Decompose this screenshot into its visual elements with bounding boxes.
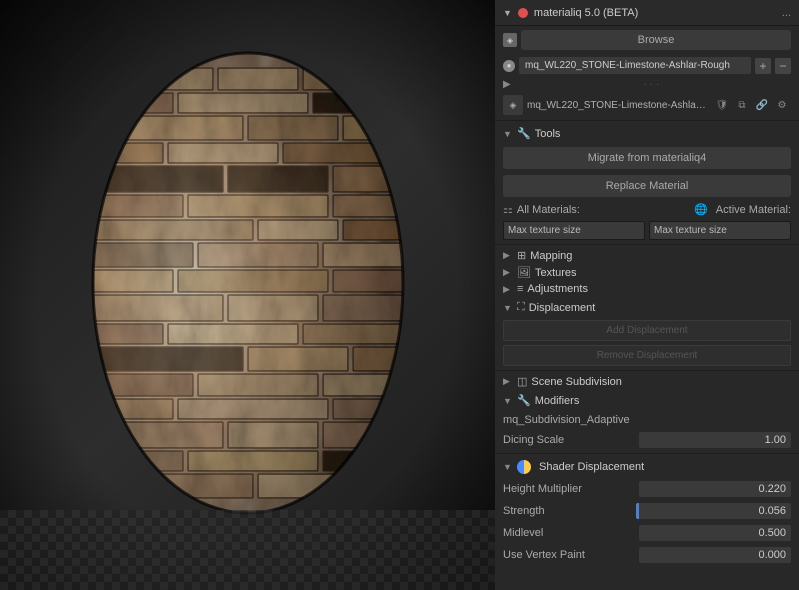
scene-subdivision-label: Scene Subdivision <box>531 376 622 388</box>
active-material-label: Active Material: <box>716 204 791 216</box>
all-materials-icon: ⚏ <box>503 203 513 216</box>
textures-section[interactable]: ▶ 🖼 Textures <box>495 264 799 281</box>
modifiers-icon: 🔧 <box>517 394 531 407</box>
displacement-icon: ⛶ <box>517 301 525 314</box>
panel-menu-icon[interactable]: ... <box>782 7 791 19</box>
textures-arrow-icon: ▶ <box>503 267 513 278</box>
browse-button[interactable]: Browse <box>521 30 791 50</box>
subdivision-adaptive-label: mq_Subdivision_Adaptive <box>495 411 799 429</box>
mapping-icon: ⊞ <box>517 249 526 262</box>
materials-row: ⚏ All Materials: 🌐 Active Material: <box>495 200 799 219</box>
browse-icon: ◈ <box>503 33 517 47</box>
displacement-label: Displacement <box>529 302 596 314</box>
strength-row: Strength <box>495 500 799 522</box>
add-material-button[interactable]: + <box>755 58 771 74</box>
divider-2 <box>495 244 799 245</box>
strength-label: Strength <box>503 505 632 517</box>
midlevel-row: Midlevel <box>495 522 799 544</box>
status-dot <box>518 8 528 18</box>
shader-sphere-icon <box>517 460 531 474</box>
mapping-label: Mapping <box>530 250 572 262</box>
preview-cylinder <box>78 48 418 518</box>
checker-bg <box>0 510 495 590</box>
height-multiplier-row: Height Multiplier <box>495 478 799 500</box>
viewport <box>0 0 495 590</box>
adjustments-section[interactable]: ▶ ≡ Adjustments <box>495 281 799 297</box>
material-sphere-icon: ● <box>503 60 515 72</box>
scene-subdivision-section[interactable]: ▶ ◫ Scene Subdivision <box>495 373 799 390</box>
remove-material-button[interactable]: − <box>775 58 791 74</box>
modifiers-section-header[interactable]: ▼ 🔧 Modifiers <box>495 390 799 411</box>
adjustments-icon: ≡ <box>517 283 523 295</box>
expand-button[interactable]: ▶ <box>503 79 511 90</box>
max-texture-select-2[interactable]: Max texture size <box>649 221 791 240</box>
displacement-arrow-icon: ▼ <box>503 303 513 313</box>
collapse-arrow-icon[interactable]: ▼ <box>503 8 512 18</box>
strength-value[interactable] <box>636 503 791 519</box>
tools-icon: 🔧 <box>517 127 531 140</box>
scene-sub-icon: ◫ <box>517 375 527 388</box>
shader-disp-arrow-icon: ▼ <box>503 462 513 472</box>
panel-header: ▼ materialiq 5.0 (BETA) ... <box>495 0 799 26</box>
height-multiplier-value[interactable] <box>639 481 791 497</box>
link-icon-button[interactable]: 🔗 <box>753 96 771 114</box>
toolbar-row: ◈ mq_WL220_STONE-Limestone-Ashlar-Ro... … <box>495 92 799 118</box>
textures-label: Textures <box>535 267 577 279</box>
migrate-button[interactable]: Migrate from materialiq4 <box>503 147 791 169</box>
modifiers-arrow-icon: ▼ <box>503 396 513 406</box>
tools-section-header[interactable]: ▼ 🔧 Tools <box>495 123 799 144</box>
divider-1 <box>495 120 799 121</box>
dicing-scale-value[interactable] <box>639 432 791 448</box>
toolbar-icons: 🛡 ⧉ 🔗 ⚙ <box>713 96 791 114</box>
remove-displacement-button: Remove Displacement <box>503 345 791 366</box>
expand-row: ▶ ··· <box>495 77 799 92</box>
properties-panel: ▼ materialiq 5.0 (BETA) ... ◈ Browse ● m… <box>495 0 799 590</box>
replace-material-button[interactable]: Replace Material <box>503 175 791 197</box>
modifiers-label: Modifiers <box>535 395 580 407</box>
dicing-scale-label: Dicing Scale <box>503 434 635 446</box>
use-vertex-paint-label: Use Vertex Paint <box>503 549 635 561</box>
use-vertex-paint-value[interactable] <box>639 547 791 563</box>
material-name-row: ● mq_WL220_STONE-Limestone-Ashlar-Rough … <box>495 54 799 77</box>
mapping-section[interactable]: ▶ ⊞ Mapping <box>495 247 799 264</box>
add-displacement-button: Add Displacement <box>503 320 791 341</box>
max-texture-select-1[interactable]: Max texture size <box>503 221 645 240</box>
material-type-button[interactable]: ◈ <box>503 95 523 115</box>
settings-icon-button[interactable]: ⚙ <box>773 96 791 114</box>
dropdown-row-1: Max texture size Max texture size <box>495 219 799 242</box>
height-multiplier-label: Height Multiplier <box>503 483 635 495</box>
expand-dots: ··· <box>515 79 791 90</box>
tools-content: Migrate from materialiq4 Replace Materia… <box>495 144 799 200</box>
scene-sub-arrow-icon: ▶ <box>503 376 513 387</box>
divider-3 <box>495 370 799 371</box>
midlevel-value[interactable] <box>639 525 791 541</box>
adjustments-label: Adjustments <box>527 283 588 295</box>
textures-icon: 🖼 <box>517 266 531 279</box>
panel-title: materialiq 5.0 (BETA) <box>534 7 776 19</box>
divider-4 <box>495 453 799 454</box>
midlevel-label: Midlevel <box>503 527 635 539</box>
copy-icon-button[interactable]: ⧉ <box>733 96 751 114</box>
use-vertex-paint-row: Use Vertex Paint <box>495 544 799 566</box>
shader-displacement-label: Shader Displacement <box>539 461 644 473</box>
dicing-scale-row: Dicing Scale <box>495 429 799 451</box>
adjustments-arrow-icon: ▶ <box>503 284 513 295</box>
mapping-arrow-icon: ▶ <box>503 250 513 261</box>
tools-arrow-icon: ▼ <box>503 129 513 139</box>
displacement-section[interactable]: ▼ ⛶ Displacement <box>495 297 799 318</box>
active-material-globe-icon: 🌐 <box>694 203 708 216</box>
tools-label: Tools <box>535 128 561 140</box>
all-materials-label: All Materials: <box>517 204 580 216</box>
shield-icon-button[interactable]: 🛡 <box>713 96 731 114</box>
material-name-field[interactable]: mq_WL220_STONE-Limestone-Ashlar-Rough <box>519 57 751 74</box>
browse-row: ◈ Browse <box>495 26 799 54</box>
shader-displacement-header[interactable]: ▼ Shader Displacement <box>495 456 799 478</box>
material-name-display: mq_WL220_STONE-Limestone-Ashlar-Ro... <box>527 100 709 111</box>
